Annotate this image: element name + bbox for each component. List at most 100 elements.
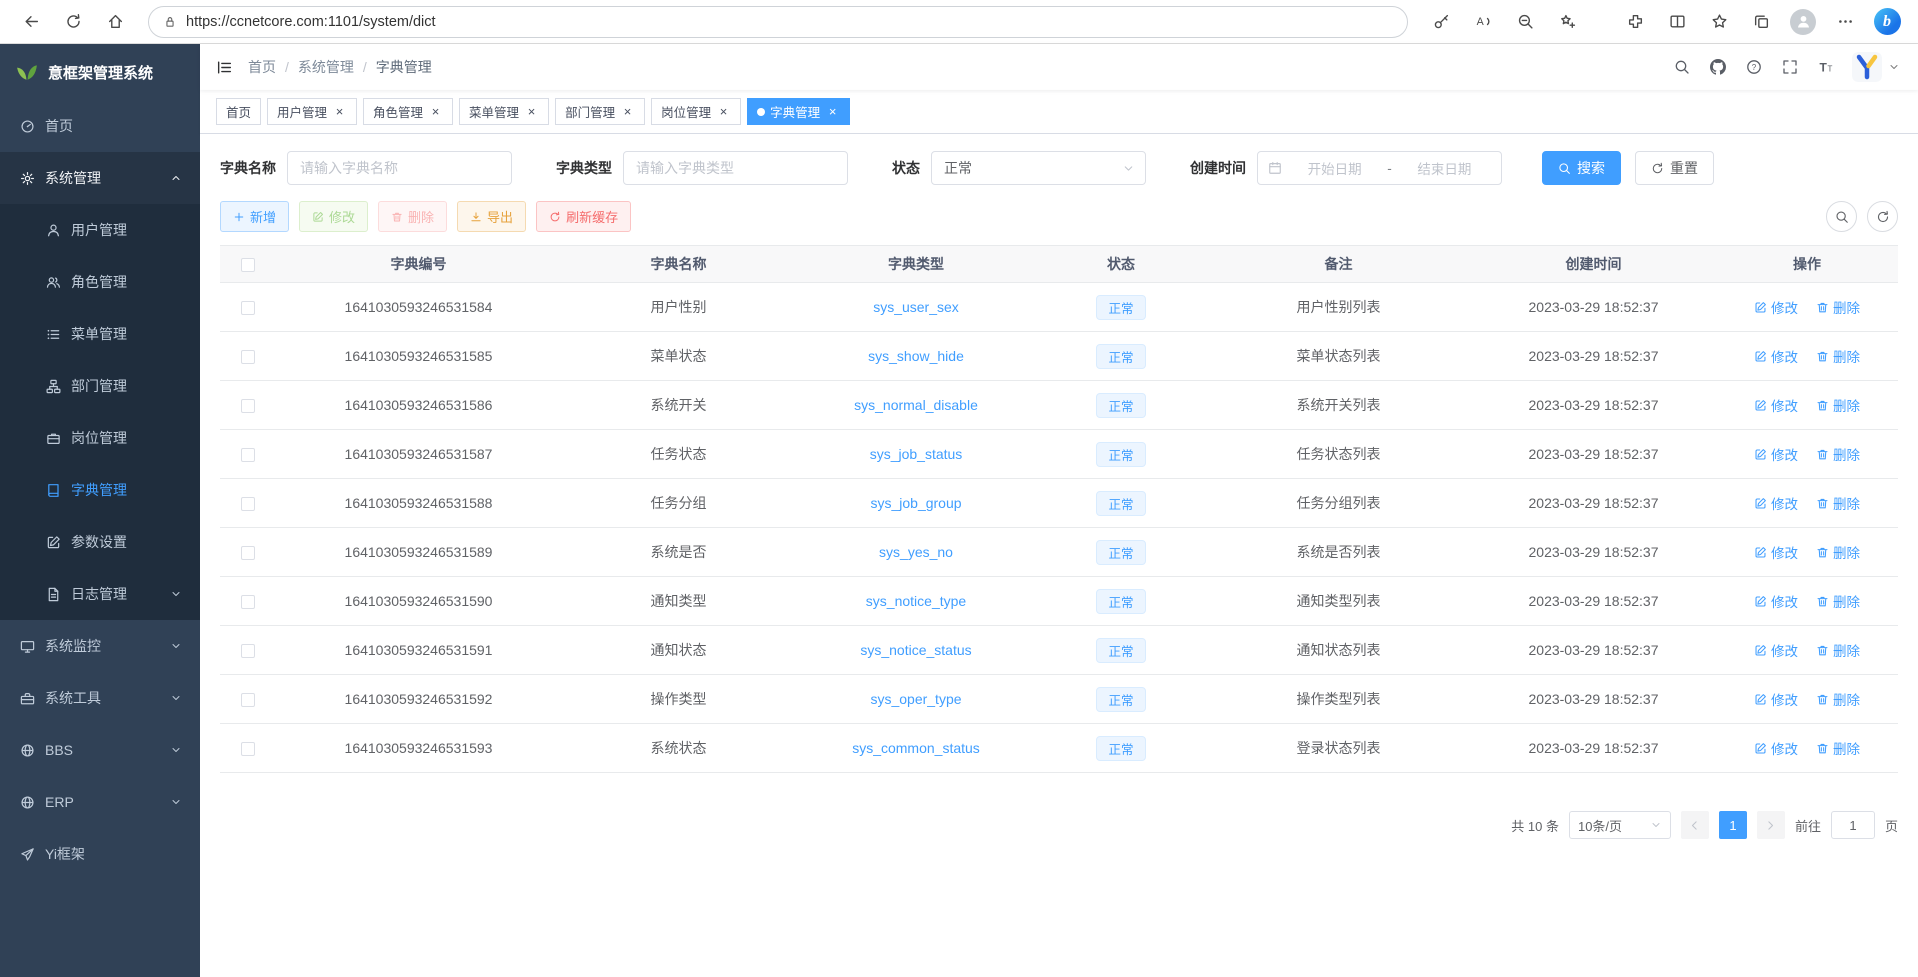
close-icon[interactable]: × <box>716 104 731 119</box>
row-edit-button[interactable]: 修改 <box>1754 591 1798 611</box>
sidebar-item-home[interactable]: 首页 <box>0 100 200 152</box>
row-delete-button[interactable]: 删除 <box>1816 395 1860 415</box>
dict-type-link[interactable]: sys_notice_type <box>866 593 966 609</box>
fullscreen-button[interactable] <box>1772 44 1808 90</box>
sidebar-item-dept-management[interactable]: 部门管理 <box>0 360 200 412</box>
row-checkbox[interactable] <box>241 546 255 560</box>
select-all-checkbox[interactable] <box>241 258 255 272</box>
sidebar-item-erp[interactable]: ERP <box>0 776 200 828</box>
home-button[interactable] <box>94 4 136 40</box>
next-page-button[interactable] <box>1757 811 1785 839</box>
row-edit-button[interactable]: 修改 <box>1754 493 1798 513</box>
breadcrumb-item-home[interactable]: 首页 <box>248 57 276 77</box>
row-delete-button[interactable]: 删除 <box>1816 738 1860 758</box>
search-button[interactable]: 搜索 <box>1542 151 1621 185</box>
row-delete-button[interactable]: 删除 <box>1816 346 1860 366</box>
sidebar-item-role-management[interactable]: 角色管理 <box>0 256 200 308</box>
row-edit-button[interactable]: 修改 <box>1754 640 1798 660</box>
row-edit-button[interactable]: 修改 <box>1754 395 1798 415</box>
row-edit-button[interactable]: 修改 <box>1754 346 1798 366</box>
tab-menu-management[interactable]: 菜单管理× <box>459 98 549 125</box>
search-button[interactable] <box>1664 44 1700 90</box>
sidebar-toggle-button[interactable] <box>200 44 248 90</box>
tab-post-management[interactable]: 岗位管理× <box>651 98 741 125</box>
tab-dept-management[interactable]: 部门管理× <box>555 98 645 125</box>
sidebar-item-system-management[interactable]: 系统管理 <box>0 152 200 204</box>
sidebar-item-menu-management[interactable]: 菜单管理 <box>0 308 200 360</box>
read-aloud-button[interactable]: A <box>1462 4 1504 40</box>
github-button[interactable] <box>1700 44 1736 90</box>
key-button[interactable] <box>1420 4 1462 40</box>
breadcrumb-item-system[interactable]: 系统管理 <box>298 57 354 77</box>
dict-type-link[interactable]: sys_job_status <box>870 446 963 462</box>
dict-type-link[interactable]: sys_job_group <box>870 495 961 511</box>
row-delete-button[interactable]: 删除 <box>1816 689 1860 709</box>
ellipsis-button[interactable] <box>1824 4 1866 40</box>
dict-type-link[interactable]: sys_notice_status <box>860 642 971 658</box>
dict-type-link[interactable]: sys_yes_no <box>879 544 953 560</box>
page-size-select[interactable]: 10条/页 <box>1569 811 1671 839</box>
dict-type-link[interactable]: sys_show_hide <box>868 348 964 364</box>
row-checkbox[interactable] <box>241 742 255 756</box>
sidebar-item-post-management[interactable]: 岗位管理 <box>0 412 200 464</box>
split-screen-button[interactable] <box>1656 4 1698 40</box>
question-button[interactable]: ? <box>1736 44 1772 90</box>
row-delete-button[interactable]: 删除 <box>1816 297 1860 317</box>
refresh-button[interactable] <box>52 4 94 40</box>
favorite-add-button[interactable] <box>1546 4 1588 40</box>
add-button[interactable]: 新增 <box>220 201 289 232</box>
font-size-button[interactable]: TT <box>1808 44 1844 90</box>
row-delete-button[interactable]: 删除 <box>1816 444 1860 464</box>
close-icon[interactable]: × <box>620 104 635 119</box>
profile-button[interactable] <box>1782 4 1824 40</box>
dict-name-input[interactable] <box>287 151 512 185</box>
app-logo[interactable]: 意框架管理系统 <box>0 44 200 100</box>
goto-page-input[interactable] <box>1831 811 1875 839</box>
row-edit-button[interactable]: 修改 <box>1754 542 1798 562</box>
status-select[interactable]: 正常 <box>931 151 1146 185</box>
row-checkbox[interactable] <box>241 595 255 609</box>
refresh-cache-button[interactable]: 刷新缓存 <box>536 201 631 232</box>
sidebar-item-dict-management[interactable]: 字典管理 <box>0 464 200 516</box>
row-checkbox[interactable] <box>241 644 255 658</box>
copilot-button[interactable]: b <box>1866 4 1908 40</box>
user-avatar[interactable] <box>1852 52 1882 82</box>
sidebar-item-log-management[interactable]: 日志管理 <box>0 568 200 620</box>
reset-button[interactable]: 重置 <box>1635 151 1714 185</box>
edit-button[interactable]: 修改 <box>299 201 368 232</box>
sidebar-item-yi-framework[interactable]: Yi框架 <box>0 828 200 880</box>
close-icon[interactable]: × <box>428 104 443 119</box>
dict-type-link[interactable]: sys_normal_disable <box>854 397 978 413</box>
row-checkbox[interactable] <box>241 399 255 413</box>
tab-role-management[interactable]: 角色管理× <box>363 98 453 125</box>
row-edit-button[interactable]: 修改 <box>1754 689 1798 709</box>
zoom-out-button[interactable] <box>1504 4 1546 40</box>
row-delete-button[interactable]: 删除 <box>1816 640 1860 660</box>
dict-type-link[interactable]: sys_oper_type <box>870 691 961 707</box>
row-edit-button[interactable]: 修改 <box>1754 297 1798 317</box>
date-range-picker[interactable]: 开始日期 - 结束日期 <box>1257 151 1502 185</box>
user-menu-caret[interactable] <box>1884 44 1904 90</box>
dict-type-input[interactable] <box>623 151 848 185</box>
dict-type-link[interactable]: sys_user_sex <box>873 299 959 315</box>
prev-page-button[interactable] <box>1681 811 1709 839</box>
search-toggle-button[interactable] <box>1826 201 1857 232</box>
row-delete-button[interactable]: 删除 <box>1816 493 1860 513</box>
row-delete-button[interactable]: 删除 <box>1816 591 1860 611</box>
sidebar-item-user-management[interactable]: 用户管理 <box>0 204 200 256</box>
current-page-button[interactable]: 1 <box>1719 811 1747 839</box>
sidebar-item-system-tools[interactable]: 系统工具 <box>0 672 200 724</box>
sidebar-item-bbs[interactable]: BBS <box>0 724 200 776</box>
row-checkbox[interactable] <box>241 350 255 364</box>
sidebar-item-param-settings[interactable]: 参数设置 <box>0 516 200 568</box>
row-edit-button[interactable]: 修改 <box>1754 444 1798 464</box>
close-icon[interactable]: × <box>332 104 347 119</box>
export-button[interactable]: 导出 <box>457 201 526 232</box>
row-checkbox[interactable] <box>241 693 255 707</box>
extensions-button[interactable] <box>1614 4 1656 40</box>
row-checkbox[interactable] <box>241 448 255 462</box>
refresh-table-button[interactable] <box>1867 201 1898 232</box>
dict-type-link[interactable]: sys_common_status <box>852 740 980 756</box>
close-icon[interactable]: × <box>524 104 539 119</box>
row-delete-button[interactable]: 删除 <box>1816 542 1860 562</box>
